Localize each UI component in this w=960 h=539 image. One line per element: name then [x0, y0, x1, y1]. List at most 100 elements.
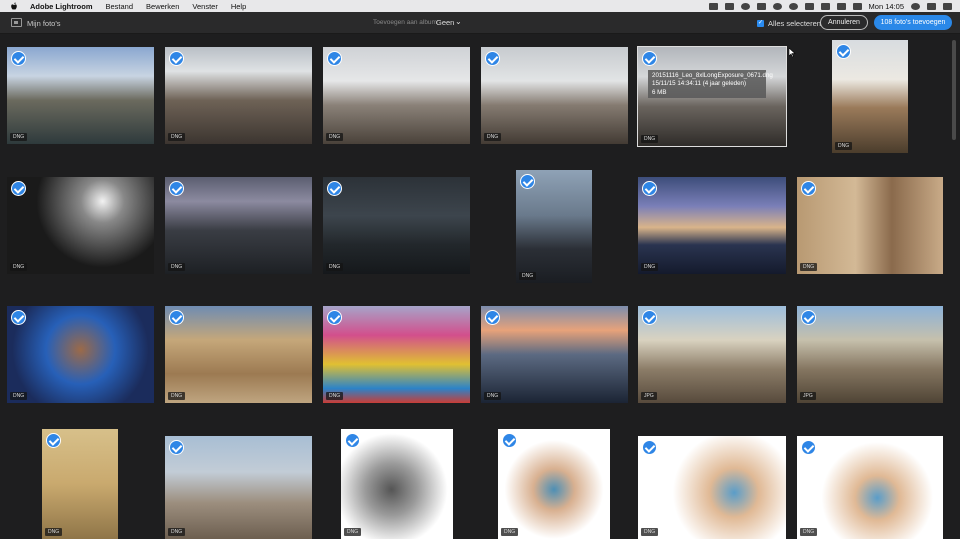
photo-tile[interactable]: DNG: [797, 177, 943, 274]
format-badge: DNG: [641, 263, 659, 271]
photo-tooltip: 20151116_Leo_8xlLongExposure_0671.dng 15…: [648, 70, 773, 98]
checkmark-icon[interactable]: [485, 310, 500, 325]
photo-tile[interactable]: DNG: [638, 436, 786, 539]
format-badge: DNG: [501, 528, 519, 536]
checkmark-icon[interactable]: [642, 181, 657, 196]
menu-bewerken[interactable]: Bewerken: [146, 2, 179, 11]
add-to-album-label: Toevoegen aan album: [373, 19, 437, 26]
photo-tile[interactable]: DNG: [516, 170, 592, 283]
checkmark-icon[interactable]: [642, 310, 657, 325]
photo-tile[interactable]: DNG: [481, 47, 628, 144]
album-select[interactable]: Geen: [436, 18, 454, 27]
checkmark-icon[interactable]: [642, 440, 657, 455]
status-icon[interactable]: [740, 2, 750, 10]
chevron-down-icon[interactable]: ⌄: [455, 17, 462, 26]
status-icon[interactable]: [804, 2, 814, 10]
photo-tile[interactable]: DNG: [165, 177, 312, 274]
photo-tile[interactable]: DNG: [7, 306, 154, 403]
checkmark-icon[interactable]: [46, 433, 61, 448]
checkmark-icon[interactable]: [502, 433, 517, 448]
photo-tile[interactable]: JPG: [797, 306, 943, 403]
format-badge: DNG: [168, 528, 186, 536]
checkmark-icon[interactable]: [11, 51, 26, 66]
format-badge: DNG: [10, 263, 28, 271]
checkmark-icon[interactable]: [520, 174, 535, 189]
format-badge: DNG: [326, 133, 344, 141]
checkmark-icon[interactable]: [345, 433, 360, 448]
photo-tile[interactable]: DNG: [323, 47, 470, 144]
status-area: Mon 14:05: [708, 0, 952, 12]
status-icon[interactable]: [788, 2, 798, 10]
format-badge: DNG: [641, 528, 659, 536]
format-badge: DNG: [326, 263, 344, 271]
photo-tile[interactable]: DNG: [832, 40, 908, 153]
volume-icon[interactable]: [836, 2, 846, 10]
checkmark-icon[interactable]: [11, 310, 26, 325]
checkbox-icon[interactable]: ✓: [757, 20, 764, 27]
format-badge: DNG: [519, 272, 537, 280]
cancel-button[interactable]: Annuleren: [820, 15, 868, 30]
album-icon[interactable]: [11, 18, 22, 27]
checkmark-icon[interactable]: [327, 51, 342, 66]
checkmark-icon[interactable]: [169, 181, 184, 196]
photo-tile[interactable]: DNG: [7, 47, 154, 144]
status-icon[interactable]: [772, 2, 782, 10]
format-badge: DNG: [641, 135, 659, 143]
photo-tile[interactable]: DNG: [341, 429, 453, 539]
photo-tile[interactable]: DNG: [165, 306, 312, 403]
checkmark-icon[interactable]: [836, 44, 851, 59]
status-icon[interactable]: [724, 2, 734, 10]
app-name-menu[interactable]: Adobe Lightroom: [30, 2, 93, 11]
photo-tile[interactable]: DNG: [638, 177, 786, 274]
tooltip-date: 15/11/15 14:34:11 (4 jaar geleden): [652, 80, 747, 88]
select-all-checkbox[interactable]: ✓ Alles selecteren: [757, 19, 821, 28]
format-badge: DNG: [326, 392, 344, 400]
clock[interactable]: Mon 14:05: [869, 2, 904, 11]
menu-help[interactable]: Help: [231, 2, 246, 11]
menu-bar: Adobe Lightroom Bestand Bewerken Venster…: [0, 0, 960, 12]
checkmark-icon[interactable]: [642, 51, 657, 66]
photo-tile[interactable]: DNG: [797, 436, 943, 539]
apple-icon[interactable]: [10, 2, 18, 10]
tooltip-filename: 20151116_Leo_8xlLongExposure_0671.dng: [652, 72, 773, 79]
wifi-icon[interactable]: [820, 2, 830, 10]
format-badge: DNG: [168, 133, 186, 141]
search-icon[interactable]: [927, 2, 936, 10]
format-badge: DNG: [168, 392, 186, 400]
photo-tile[interactable]: DNG: [323, 306, 470, 403]
battery-icon[interactable]: [852, 2, 862, 10]
add-photos-button[interactable]: 108 foto's toevoegen: [874, 15, 952, 30]
menu-bestand[interactable]: Bestand: [106, 2, 134, 11]
checkmark-icon[interactable]: [11, 181, 26, 196]
status-icon[interactable]: [708, 2, 718, 10]
menu-list-icon[interactable]: [943, 2, 952, 10]
scrollbar[interactable]: [952, 40, 956, 140]
photo-tile[interactable]: DNG: [42, 429, 118, 539]
photo-tile[interactable]: DNG: [165, 47, 312, 144]
format-badge: DNG: [45, 528, 63, 536]
checkmark-icon[interactable]: [327, 181, 342, 196]
photo-tile[interactable]: DNG: [498, 429, 610, 539]
photo-tile[interactable]: JPG: [638, 306, 786, 403]
checkmark-icon[interactable]: [801, 310, 816, 325]
format-badge: DNG: [10, 392, 28, 400]
menu-venster[interactable]: Venster: [192, 2, 217, 11]
checkmark-icon[interactable]: [485, 51, 500, 66]
import-toolbar: Mijn foto's Toevoegen aan album Geen ⌄ ✓…: [0, 12, 960, 34]
user-icon[interactable]: [911, 2, 920, 10]
photo-tile[interactable]: DNG: [323, 177, 470, 274]
checkmark-icon[interactable]: [169, 51, 184, 66]
my-photos-label[interactable]: Mijn foto's: [27, 19, 61, 28]
photo-tile[interactable]: DNG: [165, 436, 312, 539]
checkmark-icon[interactable]: [801, 440, 816, 455]
checkmark-icon[interactable]: [801, 181, 816, 196]
format-badge: DNG: [835, 142, 853, 150]
checkmark-icon[interactable]: [169, 440, 184, 455]
format-badge: DNG: [10, 133, 28, 141]
format-badge: DNG: [168, 263, 186, 271]
status-icon[interactable]: [756, 2, 766, 10]
checkmark-icon[interactable]: [169, 310, 184, 325]
photo-tile[interactable]: DNG: [481, 306, 628, 403]
checkmark-icon[interactable]: [327, 310, 342, 325]
photo-tile[interactable]: DNG: [7, 177, 154, 274]
